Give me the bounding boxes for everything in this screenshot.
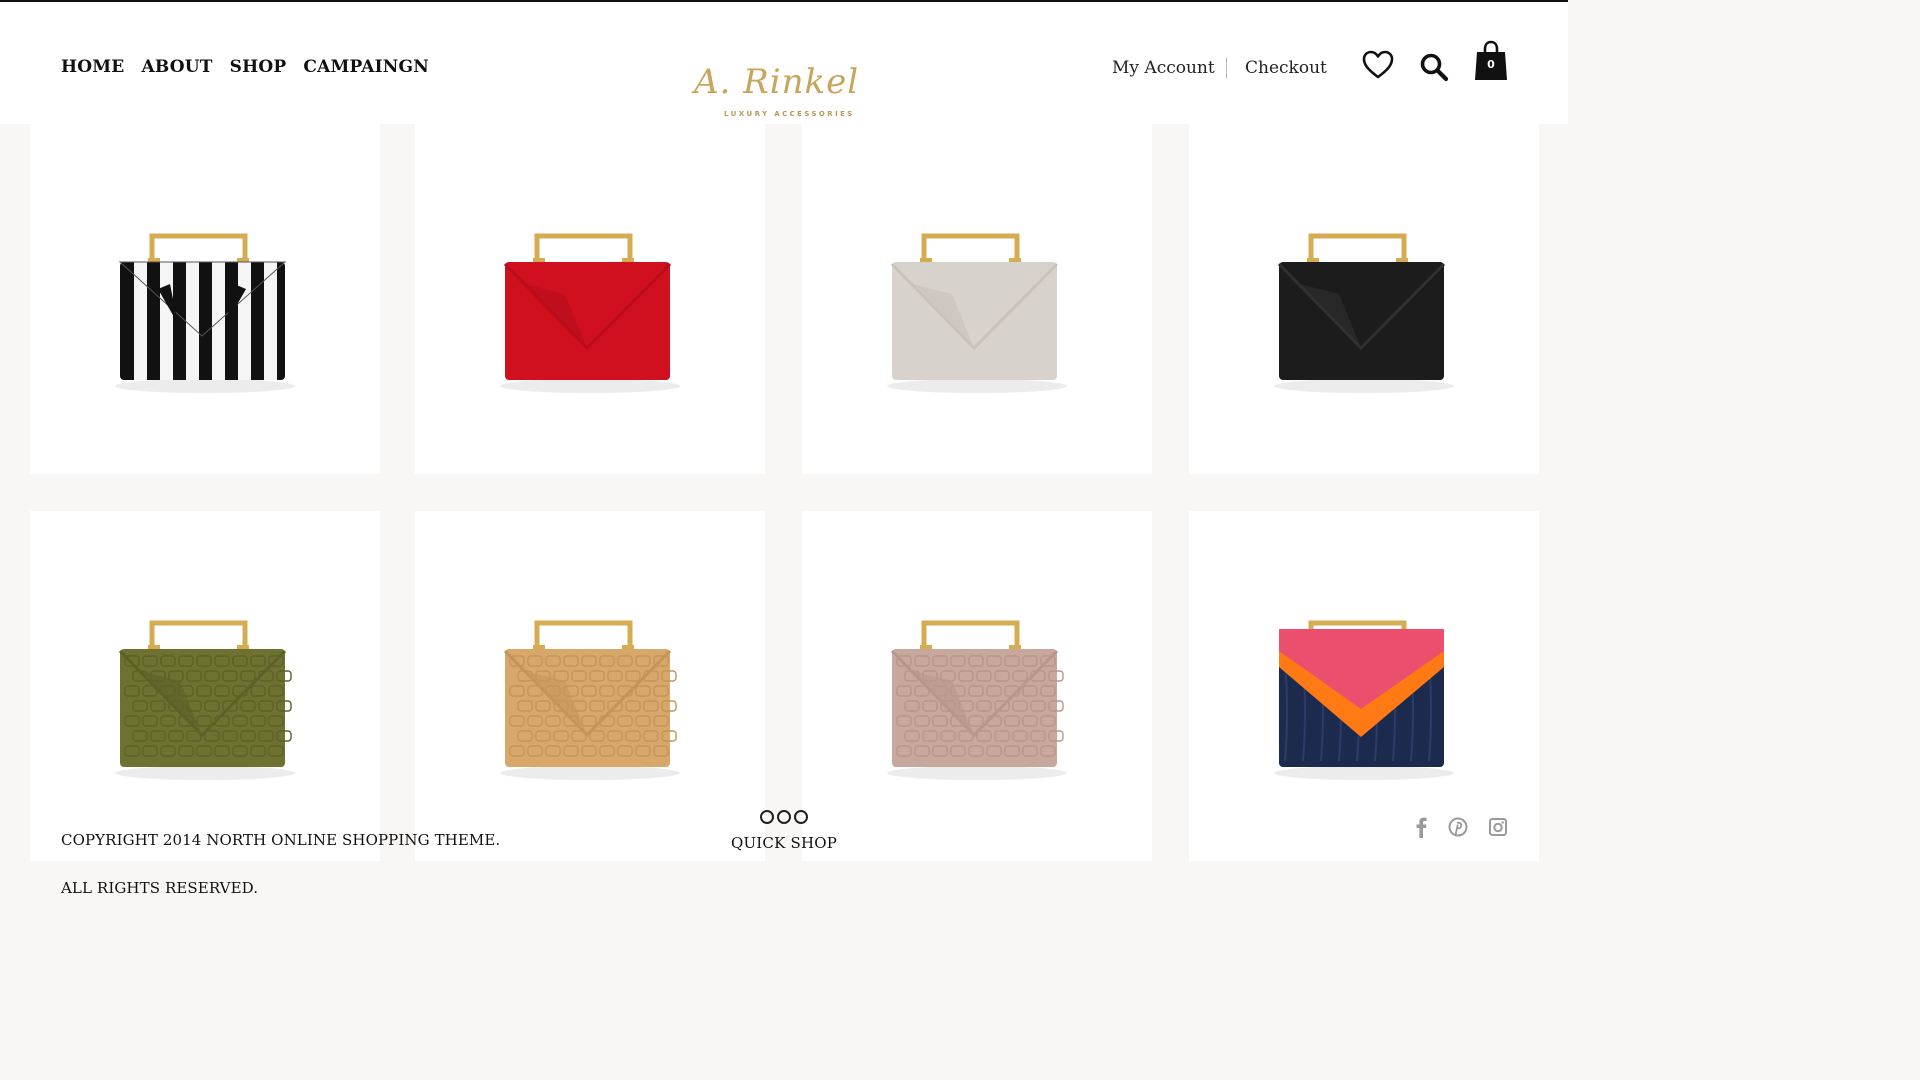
product-card[interactable] bbox=[415, 124, 765, 474]
product-card[interactable] bbox=[30, 124, 380, 474]
nav-about[interactable]: ABOUT bbox=[141, 57, 212, 77]
my-account-link[interactable]: My Account bbox=[1112, 58, 1215, 78]
search-icon[interactable] bbox=[1419, 52, 1449, 82]
quick-shop-dots-icon bbox=[724, 810, 844, 824]
product-card[interactable] bbox=[802, 124, 1152, 474]
checkout-link[interactable]: Checkout bbox=[1245, 58, 1327, 78]
heart-icon[interactable] bbox=[1362, 50, 1394, 80]
cart-count: 0 bbox=[1487, 58, 1495, 71]
logo-tagline: LUXURY ACCESSORIES bbox=[724, 110, 855, 118]
copyright-text: COPYRIGHT 2014 NORTH ONLINE SHOPPING THE… bbox=[61, 831, 501, 897]
nav-campaign[interactable]: CAMPAINGN bbox=[303, 57, 429, 77]
quick-shop-label[interactable]: QUICK SHOP bbox=[724, 834, 844, 852]
quick-shop[interactable]: QUICK SHOP bbox=[724, 810, 844, 852]
product-card[interactable] bbox=[1189, 511, 1539, 861]
product-card[interactable] bbox=[802, 511, 1152, 861]
facebook-icon[interactable] bbox=[1413, 816, 1429, 842]
brand-logo[interactable]: A. Rinkel LUXURY ACCESSORIES bbox=[690, 64, 880, 124]
shopping-bag-icon[interactable]: 0 bbox=[1474, 40, 1508, 82]
instagram-icon[interactable] bbox=[1488, 816, 1508, 842]
logo-script: A. Rinkel bbox=[694, 62, 860, 102]
site-header: HOME ABOUT SHOP CAMPAINGN A. Rinkel LUXU… bbox=[0, 2, 1568, 124]
product-card[interactable] bbox=[1189, 124, 1539, 474]
nav-home[interactable]: HOME bbox=[61, 57, 124, 77]
product-card[interactable] bbox=[30, 511, 380, 861]
main-nav: HOME ABOUT SHOP CAMPAINGN bbox=[61, 57, 429, 77]
header-divider bbox=[1226, 57, 1227, 79]
nav-shop[interactable]: SHOP bbox=[230, 57, 287, 77]
pinterest-icon[interactable] bbox=[1448, 816, 1468, 842]
product-card[interactable] bbox=[415, 511, 765, 861]
